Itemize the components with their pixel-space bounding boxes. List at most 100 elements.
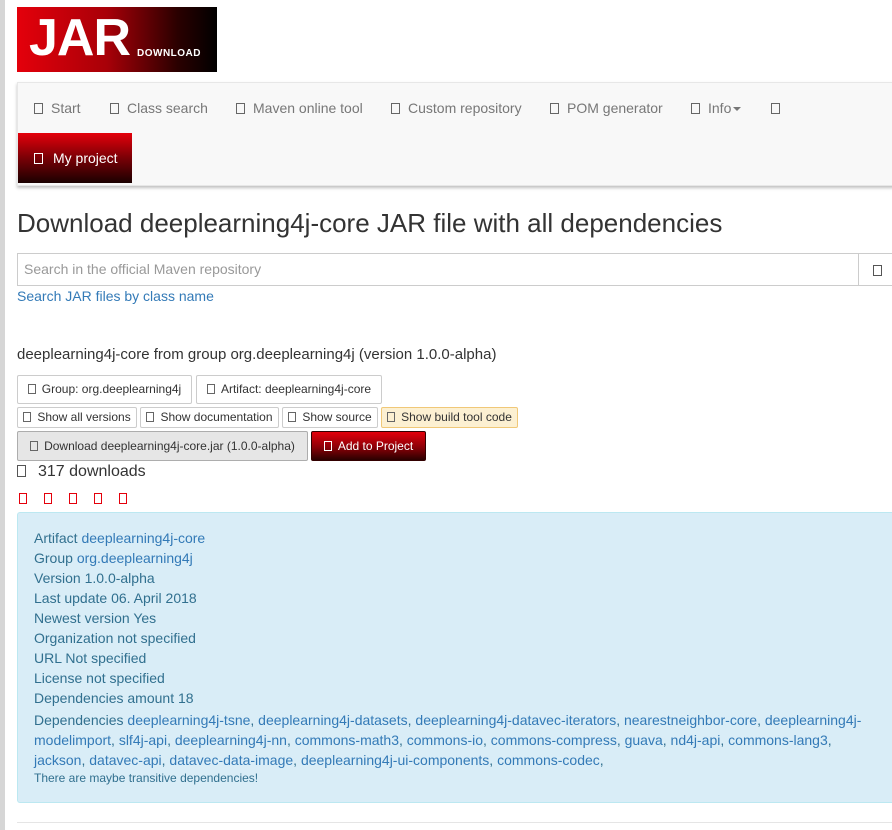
info-artifact-label: Artifact [34,530,78,546]
group-button-label: Group: org.deeplearning4j [41,382,182,396]
dependency-link[interactable]: datavec-data-image [169,752,293,768]
briefcase-icon [34,153,43,164]
dependency-link[interactable]: deeplearning4j-datasets [258,712,407,728]
nav-info-dropdown[interactable]: Info [691,83,742,133]
dependency-link[interactable]: commons-codec [497,752,600,768]
show-all-versions-button[interactable]: Show all versions [17,407,137,428]
info-version: Version 1.0.0-alpha [34,570,155,586]
info-artifact-value[interactable]: deeplearning4j-core [81,530,205,546]
nav-start[interactable]: Start [34,83,81,133]
dependency-link[interactable]: deeplearning4j-nn [175,732,287,748]
info-icon [691,103,700,114]
info-url-label: URL [34,650,62,666]
info-newest-version-label: Newest version [34,610,130,626]
divider [17,822,892,823]
show-source-button[interactable]: Show source [282,407,378,428]
nav-info-label: Info [708,100,732,116]
dependency-link[interactable]: nd4j-api [671,732,721,748]
search-icon [873,265,882,276]
add-to-project-label: Add to Project [337,439,414,453]
add-to-project-button[interactable]: Add to Project [311,431,426,461]
book-icon [146,412,155,422]
search-button[interactable] [858,253,892,286]
dependency-link[interactable]: commons-math3 [295,732,399,748]
artifact-button[interactable]: Artifact: deeplearning4j-core [196,375,382,404]
info-last-update-label: Last update [34,590,108,606]
artifact-button-label: Artifact: deeplearning4j-core [220,382,372,396]
nav-my-project-label: My project [53,150,118,166]
star-icon[interactable] [119,493,127,504]
nav-start-label: Start [51,100,81,116]
show-source-label: Show source [302,410,372,424]
info-dependencies-amount-value: 18 [178,690,194,706]
dependency-link[interactable]: deeplearning4j-datavec-iterators [415,712,616,728]
info-organization-label: Organization [34,630,114,646]
info-url-value: Not specified [65,650,147,666]
nav-maven-label: Maven online tool [253,100,363,116]
info-last-update-value: 06. April 2018 [111,590,197,606]
star-icon[interactable] [69,493,77,504]
chevron-down-icon [733,107,742,111]
star-icon[interactable] [19,493,27,504]
info-group: Group org.deeplearning4j [34,550,193,566]
download-count-text: 317 downloads [38,463,146,480]
dependency-link[interactable]: deeplearning4j-tsne [127,712,250,728]
download-jar-button[interactable]: Download deeplearning4j-core.jar (1.0.0-… [17,431,308,461]
jar-download-logo[interactable]: JAR DOWNLOAD [17,7,217,72]
download-jar-label: Download deeplearning4j-core.jar (1.0.0-… [44,439,295,453]
dependency-link[interactable]: commons-compress [491,732,617,748]
show-all-versions-label: Show all versions [37,410,131,424]
info-artifact: Artifact deeplearning4j-core [34,530,205,546]
search-icon [110,103,119,114]
dependency-link[interactable]: commons-lang3 [728,732,828,748]
dependencies-label: Dependencies [34,712,124,728]
main-navbar: Start Class search Maven online tool Cus… [17,82,892,186]
logo-sub-text: DOWNLOAD [137,48,201,59]
show-documentation-button[interactable]: Show documentation [140,407,279,428]
home-icon [34,103,43,114]
info-dependencies-amount: Dependencies amount 18 [34,690,194,706]
nav-extra-icon-link[interactable] [771,83,788,133]
info-license-value: not specified [86,670,165,686]
download-count: 317 downloads [17,463,146,481]
nav-pom-generator[interactable]: POM generator [550,83,663,133]
dependency-link[interactable]: nearestneighbor-core [624,712,757,728]
artifact-info-panel: Artifact deeplearning4j-core Group org.d… [17,512,892,803]
user-icon [771,103,780,114]
group-button[interactable]: Group: org.deeplearning4j [17,375,192,404]
star-icon[interactable] [44,493,52,504]
nav-class-search[interactable]: Class search [110,83,208,133]
nav-class-search-label: Class search [127,100,208,116]
nav-my-project[interactable]: My project [18,133,132,183]
dependency-link[interactable]: jackson [34,752,81,768]
info-dependencies-amount-label: Dependencies amount [34,690,175,706]
info-newest-version: Newest version Yes [34,610,156,626]
nav-custom-repository[interactable]: Custom repository [391,83,522,133]
info-group-label: Group [34,550,73,566]
info-organization: Organization not specified [34,630,196,646]
download-icon [17,465,26,477]
dependency-link[interactable]: commons-io [407,732,483,748]
tool-icon [236,103,245,114]
info-last-update: Last update 06. April 2018 [34,590,197,606]
info-version-label: Version [34,570,81,586]
artifact-icon [206,384,215,394]
search-input[interactable] [18,254,854,284]
dependencies-list: Dependencies deeplearning4j-tsne, deeple… [34,712,862,768]
dependency-link[interactable]: deeplearning4j-ui-components [301,752,489,768]
dependency-link[interactable]: guava [625,732,663,748]
artifact-summary: deeplearning4j-core from group org.deepl… [17,346,497,363]
star-icon[interactable] [94,493,102,504]
left-edge-strip [0,0,5,830]
nav-pom-label: POM generator [567,100,663,116]
search-by-class-link[interactable]: Search JAR files by class name [17,288,214,304]
info-version-value: 1.0.0-alpha [84,570,155,586]
dependency-link[interactable]: datavec-api [89,752,161,768]
download-icon [30,441,39,451]
page-title: Download deeplearning4j-core JAR file wi… [17,208,723,238]
info-group-value[interactable]: org.deeplearning4j [77,550,193,566]
nav-maven-online-tool[interactable]: Maven online tool [236,83,363,133]
show-build-tool-code-button[interactable]: Show build tool code [381,407,518,428]
code-icon [288,412,297,422]
dependency-link[interactable]: slf4j-api [119,732,167,748]
